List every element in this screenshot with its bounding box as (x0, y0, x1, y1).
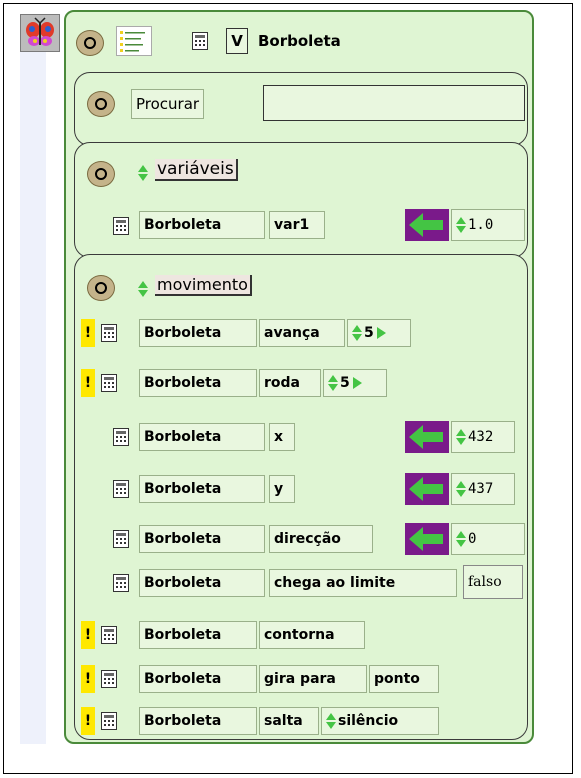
search-panel: Procurar (74, 72, 528, 146)
search-label: Procurar (131, 89, 205, 119)
jump-arg-text: silêncio (338, 713, 399, 729)
category-movement[interactable]: movimento (155, 275, 252, 296)
assign-arrow-icon[interactable] (405, 523, 449, 555)
forward-arg-text: 5 (364, 325, 374, 341)
play-icon[interactable] (376, 327, 386, 339)
exclamation-icon[interactable]: ! (81, 707, 95, 735)
jump-arg[interactable]: silêncio (321, 707, 439, 735)
updown-arrows-icon[interactable] (138, 165, 148, 181)
category-variables[interactable]: variáveis (155, 159, 238, 181)
property-y[interactable]: y (269, 475, 295, 503)
object-viewer: V Borboleta Procurar variáveis Borboleta… (64, 10, 534, 744)
search-input[interactable] (263, 85, 525, 121)
updown-arrows-icon[interactable] (326, 713, 336, 729)
exclamation-icon[interactable]: ! (81, 369, 95, 397)
heading-value[interactable]: 0 (451, 523, 525, 555)
tile-icon[interactable] (101, 324, 117, 342)
object-tile[interactable]: Borboleta (139, 319, 257, 347)
viewer-title: Borboleta (258, 32, 341, 50)
property-x[interactable]: x (269, 423, 295, 451)
object-tile[interactable]: Borboleta (139, 569, 265, 597)
heading-value-text: 0 (468, 531, 477, 547)
updown-arrows-icon[interactable] (456, 531, 466, 547)
tile-icon[interactable] (101, 670, 117, 688)
play-icon[interactable] (352, 377, 362, 389)
object-tile[interactable]: Borboleta (139, 475, 265, 503)
assign-arrow-icon[interactable] (405, 473, 449, 505)
viewer-header: V Borboleta (66, 12, 532, 70)
object-tile[interactable]: Borboleta (139, 621, 257, 649)
updown-arrows-icon[interactable] (456, 429, 466, 445)
var1-value-text: 1.0 (468, 217, 494, 233)
property-at-edge[interactable]: chega ao limite (269, 569, 457, 597)
updown-arrows-icon[interactable] (138, 281, 148, 297)
variables-panel-menu-button[interactable] (87, 161, 115, 187)
left-strip (20, 52, 46, 744)
assign-arrow-icon[interactable] (405, 421, 449, 453)
tile-icon[interactable] (113, 574, 129, 592)
tile-icon[interactable] (113, 480, 129, 498)
object-tile[interactable]: Borboleta (139, 211, 265, 239)
object-tile[interactable]: Borboleta (139, 423, 265, 451)
y-value[interactable]: 437 (451, 473, 515, 505)
updown-arrows-icon[interactable] (456, 481, 466, 497)
movement-panel-menu-button[interactable] (87, 275, 115, 301)
category-list-icon[interactable] (116, 26, 152, 56)
movement-panel: movimento ! Borboleta avança 5 ! Borbole… (74, 254, 528, 740)
x-value[interactable]: 432 (451, 421, 515, 453)
turn-arg[interactable]: 5 (323, 369, 387, 397)
butterfly-thumbnail-icon[interactable] (20, 14, 60, 52)
updown-arrows-icon[interactable] (328, 375, 338, 391)
exclamation-icon[interactable]: ! (81, 319, 95, 347)
tile-icon[interactable] (113, 217, 129, 235)
property-heading[interactable]: direcção (269, 525, 373, 553)
var1-value[interactable]: 1.0 (451, 209, 525, 241)
search-panel-menu-button[interactable] (87, 91, 115, 117)
at-edge-value[interactable]: falso (463, 565, 523, 599)
exclamation-icon[interactable]: ! (81, 665, 95, 693)
tile-icon[interactable] (192, 32, 208, 50)
updown-arrows-icon[interactable] (456, 217, 466, 233)
command-jump[interactable]: salta (259, 707, 319, 735)
v-button[interactable]: V (226, 28, 248, 54)
tile-icon[interactable] (101, 374, 117, 392)
assign-arrow-icon[interactable] (405, 209, 449, 241)
tile-icon[interactable] (101, 712, 117, 730)
command-turn-to[interactable]: gira para (259, 665, 367, 693)
object-tile[interactable]: Borboleta (139, 665, 257, 693)
object-tile[interactable]: Borboleta (139, 369, 257, 397)
tile-icon[interactable] (113, 530, 129, 548)
turn-to-arg[interactable]: ponto (369, 665, 439, 693)
tile-icon[interactable] (113, 428, 129, 446)
variable-name-tile[interactable]: var1 (269, 211, 325, 239)
object-tile[interactable]: Borboleta (139, 707, 257, 735)
tile-icon[interactable] (101, 626, 117, 644)
menu-button[interactable] (76, 30, 104, 56)
forward-arg[interactable]: 5 (347, 319, 411, 347)
command-bounce[interactable]: contorna (259, 621, 365, 649)
turn-arg-text: 5 (340, 375, 350, 391)
variables-panel: variáveis Borboleta var1 1.0 (74, 142, 528, 258)
exclamation-icon[interactable]: ! (81, 621, 95, 649)
updown-arrows-icon[interactable] (352, 325, 362, 341)
y-value-text: 437 (468, 481, 494, 497)
object-tile[interactable]: Borboleta (139, 525, 265, 553)
x-value-text: 432 (468, 429, 494, 445)
command-forward[interactable]: avança (259, 319, 345, 347)
command-turn[interactable]: roda (259, 369, 321, 397)
